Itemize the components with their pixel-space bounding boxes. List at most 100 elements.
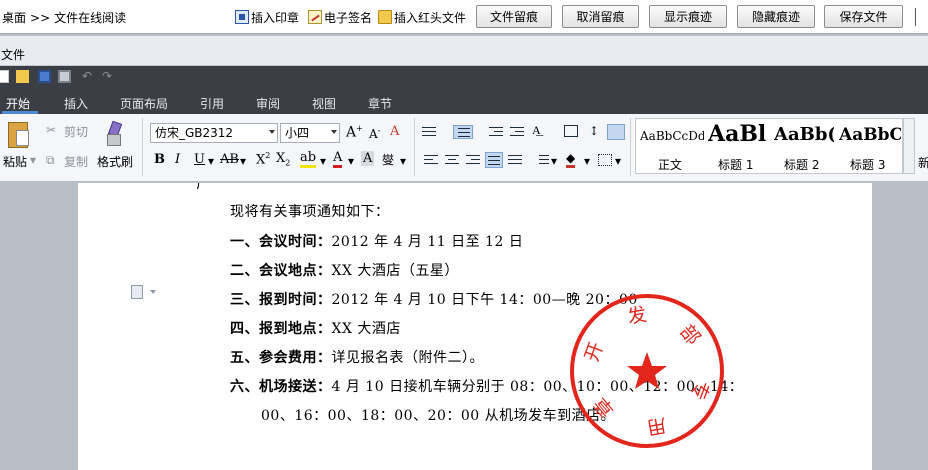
cancel-track-button[interactable]: 取消留痕 <box>562 5 639 28</box>
borders-dropdown-icon[interactable]: ▾ <box>615 154 621 168</box>
font-size-value: 小四 <box>285 126 310 140</box>
strikethrough-icon[interactable]: AB <box>220 152 239 167</box>
align-center-icon[interactable] <box>445 154 459 166</box>
doc-item-label: 六、机场接送： <box>230 379 332 395</box>
track-changes-button[interactable]: 文件留痕 <box>476 5 552 28</box>
superscript-icon[interactable]: X2 <box>256 151 270 167</box>
doc-item-label: 五、参会费用： <box>230 350 332 366</box>
seal-char: 发 <box>626 303 649 328</box>
paragraph-marker-icon[interactable] <box>131 285 143 299</box>
format-painter-button[interactable]: 格式刷 <box>97 153 133 170</box>
cut-icon: ✂ <box>46 123 57 137</box>
doc-item-value: XX 大酒店 <box>331 321 401 337</box>
style-normal-preview: AaBbCcDd <box>640 129 704 143</box>
font-color-icon[interactable]: A <box>333 150 343 168</box>
shrink-font-icon[interactable]: A- <box>369 126 380 141</box>
underline-icon[interactable]: U <box>194 152 205 167</box>
shading-icon[interactable]: ◆ <box>566 151 576 168</box>
style-heading-1-preview: AaBl <box>708 121 767 147</box>
line-spacing-icon[interactable] <box>535 154 549 166</box>
save-icon[interactable] <box>38 70 51 83</box>
bullet-list-icon[interactable] <box>422 126 436 138</box>
grow-font-icon[interactable]: A+ <box>346 124 363 141</box>
font-color-dropdown-icon[interactable]: ▾ <box>348 154 354 168</box>
e-sign-button[interactable]: 电子签名 <box>308 7 372 27</box>
clear-format-icon[interactable]: A <box>390 124 399 139</box>
subscript-icon[interactable]: X2 <box>276 151 290 168</box>
new-document-icon[interactable] <box>0 70 9 83</box>
highlight-icon[interactable]: ab <box>300 151 317 168</box>
line-spacing-dropdown-icon[interactable]: ▾ <box>551 154 557 168</box>
char-shading-icon[interactable]: A <box>361 151 375 166</box>
hide-marks-button[interactable]: 隐藏痕迹 <box>737 5 815 28</box>
doc-item: 一、会议时间：2012 年 4 月 11 日至 12 日 <box>230 231 523 251</box>
file-menu[interactable]: 文件 <box>1 46 25 63</box>
seal-char: 部 <box>675 321 704 350</box>
paste-icon[interactable] <box>8 122 29 148</box>
doc-item: 五、参会费用：详见报名表（附件二）。 <box>230 347 484 367</box>
style-normal-name: 正文 <box>658 158 683 172</box>
chevron-down-icon <box>331 130 337 134</box>
seal-char: 用 <box>645 414 668 439</box>
undo-icon[interactable]: ↶ <box>82 69 95 83</box>
ribbon-home: 粘贴 ▾ ✂ 剪切 ⧉ 复制 格式刷 仿宋_GB2312 小四 A+ A- A … <box>0 114 928 182</box>
insert-red-header-button[interactable]: 插入红头文件 <box>378 7 466 27</box>
doc-item: 二、会议地点：XX 大酒店（五星） <box>230 260 459 280</box>
phonetic-guide-icon[interactable]: 燮 <box>382 151 394 168</box>
align-left-icon[interactable] <box>424 154 438 166</box>
paste-button[interactable]: 粘贴 <box>3 153 27 170</box>
strike-dropdown-icon[interactable]: ▾ <box>240 154 246 168</box>
copy-icon: ⧉ <box>46 153 55 167</box>
tab-references[interactable]: 引用 <box>200 95 224 112</box>
tab-page-layout[interactable]: 页面布局 <box>120 95 168 112</box>
borders-icon[interactable] <box>598 154 612 166</box>
style-heading-2-name: 标题 2 <box>784 158 820 172</box>
ribbon-tabs: 开始 插入 页面布局 引用 审阅 视图 章节 <box>0 88 928 114</box>
italic-icon[interactable]: I <box>175 152 180 167</box>
copy-button[interactable]: 复制 <box>64 153 88 170</box>
tab-insert[interactable]: 插入 <box>64 95 88 112</box>
increase-indent-icon[interactable] <box>510 126 524 138</box>
tab-view[interactable]: 视图 <box>312 95 336 112</box>
breadcrumb-home[interactable]: 桌面 <box>2 11 26 25</box>
redo-icon[interactable]: ↷ <box>102 69 115 83</box>
show-marks-button[interactable]: 显示痕迹 <box>649 5 727 28</box>
font-size-select[interactable]: 小四 <box>280 123 340 143</box>
justify-icon[interactable] <box>485 152 503 168</box>
paste-dropdown-icon[interactable]: ▾ <box>30 153 36 167</box>
phonetic-dropdown-icon[interactable]: ▾ <box>400 154 406 168</box>
save-file-button[interactable]: 保存文件 <box>824 5 903 28</box>
doc-item-value: XX 大酒店（五星） <box>331 263 459 279</box>
cut-button[interactable]: 剪切 <box>64 123 88 140</box>
numbered-list-icon[interactable] <box>453 125 473 139</box>
text-direction-icon[interactable]: A͟ <box>532 123 541 138</box>
style-heading-3-name: 标题 3 <box>850 158 886 172</box>
tab-review[interactable]: 审阅 <box>256 95 280 112</box>
tab-home[interactable]: 开始 <box>6 95 30 112</box>
new-style-button[interactable]: 新 <box>918 154 928 171</box>
tab-chapters[interactable]: 章节 <box>368 95 392 112</box>
font-name-select[interactable]: 仿宋_GB2312 <box>150 123 278 143</box>
table-icon[interactable] <box>564 125 578 137</box>
bold-icon[interactable]: B <box>154 152 165 167</box>
format-painter-icon[interactable] <box>105 122 123 146</box>
insert-stamp-button[interactable]: 插入印章 <box>235 7 299 27</box>
show-marks-icon[interactable] <box>607 124 625 140</box>
quick-access-toolbar: ↶ ↷ <box>0 66 928 88</box>
decrease-indent-icon[interactable] <box>489 126 503 138</box>
open-folder-icon[interactable] <box>16 70 29 83</box>
breadcrumb-current: 文件在线阅读 <box>54 11 127 25</box>
styles-scrollbar[interactable] <box>903 118 915 174</box>
sort-icon[interactable]: ↕ <box>589 124 599 138</box>
shading-dropdown-icon[interactable]: ▾ <box>584 154 590 168</box>
doc-item: 四、报到地点：XX 大酒店 <box>230 318 401 338</box>
underline-dropdown-icon[interactable]: ▾ <box>208 154 214 168</box>
seal-char: 开 <box>581 339 608 364</box>
document-page[interactable] <box>78 183 872 470</box>
align-right-icon[interactable] <box>466 154 480 166</box>
highlight-dropdown-icon[interactable]: ▾ <box>320 154 326 168</box>
doc-item-label: 二、会议地点： <box>230 263 332 279</box>
marker-dropdown-icon[interactable] <box>150 290 156 294</box>
print-icon[interactable] <box>58 70 71 83</box>
distribute-icon[interactable] <box>508 154 522 166</box>
